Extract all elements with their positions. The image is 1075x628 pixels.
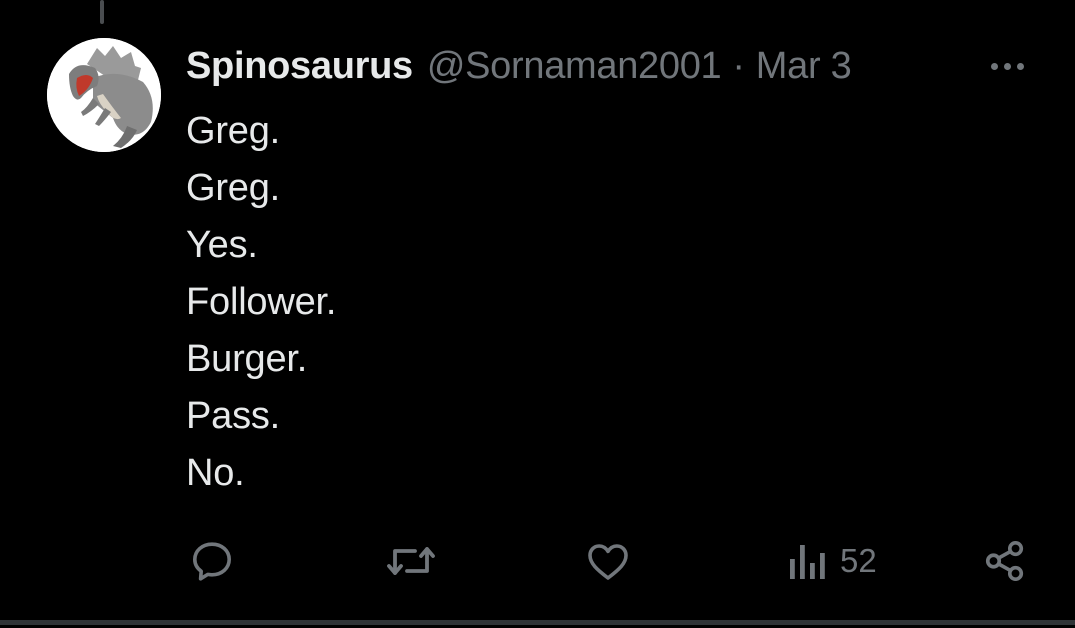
tweet-text: Greg. Greg. Yes. Follower. Burger. Pass.… xyxy=(186,103,336,502)
bottom-divider xyxy=(0,620,1075,625)
heart-icon xyxy=(588,544,628,580)
more-dot xyxy=(990,62,998,70)
avatar[interactable] xyxy=(47,38,161,152)
retweet-button[interactable] xyxy=(385,533,437,589)
tweet-line: Follower. xyxy=(186,281,337,323)
tweet-line: Pass. xyxy=(186,395,281,437)
tweet-line: No. xyxy=(186,452,245,494)
tweet-line: Greg. xyxy=(186,167,281,209)
tweet-header: Spinosaurus @Sornaman2001 · Mar 3 xyxy=(186,41,852,91)
tweet-date[interactable]: Mar 3 xyxy=(756,45,852,88)
views-icon xyxy=(790,545,825,579)
tweet-action-bar: 52 xyxy=(0,533,1075,589)
more-icon[interactable] xyxy=(982,52,1032,80)
like-button[interactable] xyxy=(584,533,632,589)
author-handle[interactable]: @Sornaman2001 xyxy=(427,45,722,88)
thread-connector-line xyxy=(100,0,104,24)
tweet-line: Greg. xyxy=(186,110,281,152)
author-display-name[interactable]: Spinosaurus xyxy=(186,45,413,88)
views-button[interactable]: 52 xyxy=(786,533,877,589)
tweet-line: Yes. xyxy=(186,224,258,266)
more-dot xyxy=(1016,62,1024,70)
header-separator: · xyxy=(732,44,745,87)
share-button[interactable] xyxy=(982,533,1028,589)
reply-button[interactable] xyxy=(188,533,236,589)
reply-icon xyxy=(193,542,231,581)
tweet-line: Burger. xyxy=(186,338,308,380)
spinosaurus-avatar-image xyxy=(47,38,161,152)
more-dot xyxy=(1003,62,1011,70)
views-count: 52 xyxy=(840,542,877,579)
share-icon xyxy=(985,540,1024,582)
retweet-icon xyxy=(387,547,435,575)
